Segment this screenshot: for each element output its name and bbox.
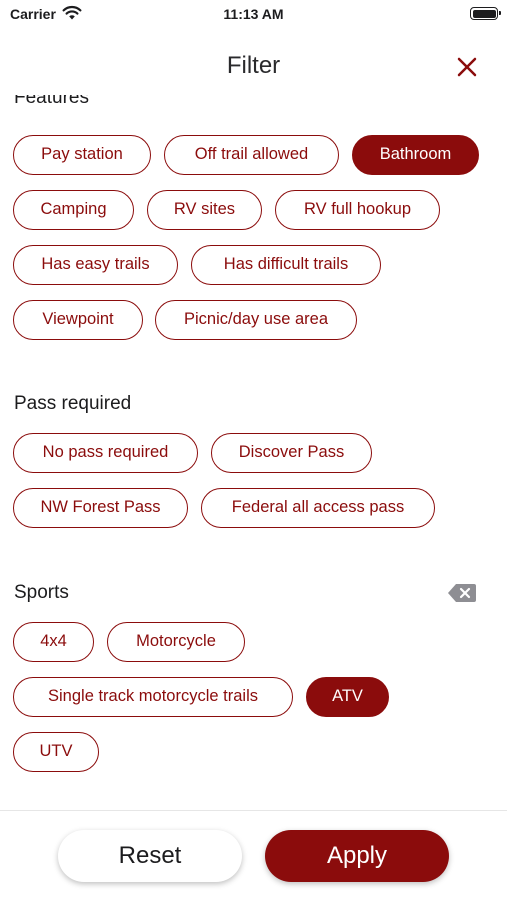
reset-button[interactable]: Reset [58,830,242,882]
chip-camping[interactable]: Camping [13,190,134,230]
chip-has-difficult-trails[interactable]: Has difficult trails [191,245,381,285]
close-button[interactable] [454,54,480,80]
footer-divider [0,810,507,811]
chip-bathroom[interactable]: Bathroom [352,135,479,175]
clock: 11:13 AM [223,6,284,22]
chip-pay-station[interactable]: Pay station [13,135,151,175]
section-title-pass-required: Pass required [14,393,132,414]
chip-utv[interactable]: UTV [13,732,99,772]
chip-discover-pass[interactable]: Discover Pass [211,433,372,473]
chip-viewpoint[interactable]: Viewpoint [13,300,143,340]
battery-icon [470,7,501,20]
chip-federal-all-access-pass[interactable]: Federal all access pass [201,488,435,528]
chip-atv[interactable]: ATV [306,677,389,717]
chip-single-track-motorcycle-trails[interactable]: Single track motorcycle trails [13,677,293,717]
chip-has-easy-trails[interactable]: Has easy trails [13,245,178,285]
chip-no-pass-required[interactable]: No pass required [13,433,198,473]
chip-picnic-day-use-area[interactable]: Picnic/day use area [155,300,357,340]
section-title-sports: Sports [14,582,69,603]
clear-sports-button[interactable] [447,583,477,603]
chip-4x4[interactable]: 4x4 [13,622,94,662]
page-title: Filter [226,52,281,79]
clear-backspace-icon [448,584,476,602]
chip-nw-forest-pass[interactable]: NW Forest Pass [13,488,188,528]
apply-button[interactable]: Apply [265,830,449,882]
close-icon [457,57,477,77]
section-title-features: Features [14,95,89,108]
chip-rv-full-hookup[interactable]: RV full hookup [275,190,440,230]
chip-motorcycle[interactable]: Motorcycle [107,622,245,662]
chip-off-trail-allowed[interactable]: Off trail allowed [164,135,339,175]
filter-scroll-area[interactable]: Features Pay station Off trail allowed B… [0,95,507,810]
status-bar: Carrier 11:13 AM [0,0,507,30]
chip-rv-sites[interactable]: RV sites [147,190,262,230]
